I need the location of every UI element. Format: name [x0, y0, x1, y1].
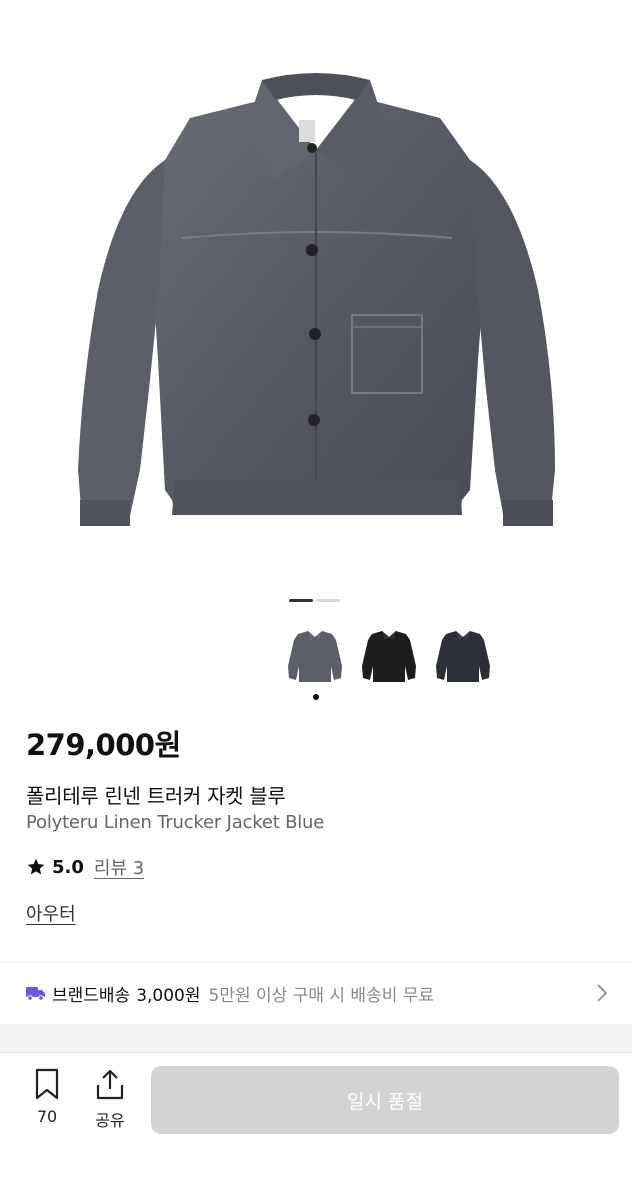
image-pager — [289, 599, 340, 602]
thumbnail-jacket-black[interactable] — [360, 626, 418, 688]
product-name-korean: 폴리테루 린넨 트러커 자켓 블루 — [26, 784, 286, 808]
color-thumbnails — [286, 626, 492, 688]
product-image[interactable] — [0, 0, 632, 600]
shipping-fee: 3,000원 — [136, 985, 201, 1006]
pager-segment-active — [289, 599, 313, 602]
product-name-english: Polyteru Linen Trucker Jacket Blue — [26, 812, 325, 833]
bookmark-button[interactable]: 70 — [22, 1067, 72, 1126]
soldout-button[interactable]: 일시 품절 — [151, 1066, 619, 1134]
jacket-thumbnail-icon — [362, 631, 416, 682]
share-button[interactable]: 공유 — [85, 1067, 135, 1131]
benefit-banner — [0, 1024, 632, 1052]
jacket-illustration — [78, 73, 555, 526]
bookmark-count: 70 — [36, 1107, 58, 1126]
shipping-label: 브랜드배송 — [52, 985, 131, 1006]
share-icon — [96, 1069, 124, 1100]
thumbnail-jacket-navy[interactable] — [434, 626, 492, 688]
shipping-info-row[interactable]: 브랜드배송 3,000원 5만원 이상 구매 시 배송비 무료 — [0, 962, 632, 1024]
rating-row: 5.0 리뷰 3 — [26, 854, 144, 880]
bookmark-icon — [35, 1068, 59, 1100]
shipping-condition: 5만원 이상 구매 시 배송비 무료 — [208, 985, 435, 1006]
review-link[interactable]: 리뷰 3 — [94, 854, 144, 880]
selected-thumbnail-dot — [313, 694, 319, 700]
chevron-right-icon — [597, 984, 608, 1002]
star-icon — [27, 858, 45, 875]
share-label: 공유 — [95, 1111, 125, 1130]
jacket-thumbnail-icon — [288, 631, 342, 682]
pager-segment — [316, 599, 340, 602]
truck-icon — [26, 987, 45, 1001]
rating-score: 5.0 — [52, 856, 84, 878]
category-link[interactable]: 아우터 — [26, 900, 76, 926]
bottom-action-bar: 70 공유 일시 품절 — [0, 1052, 632, 1200]
product-price: 279,000원 — [26, 728, 181, 762]
jacket-thumbnail-icon — [436, 631, 490, 682]
thumbnail-jacket-blue[interactable] — [286, 626, 344, 688]
